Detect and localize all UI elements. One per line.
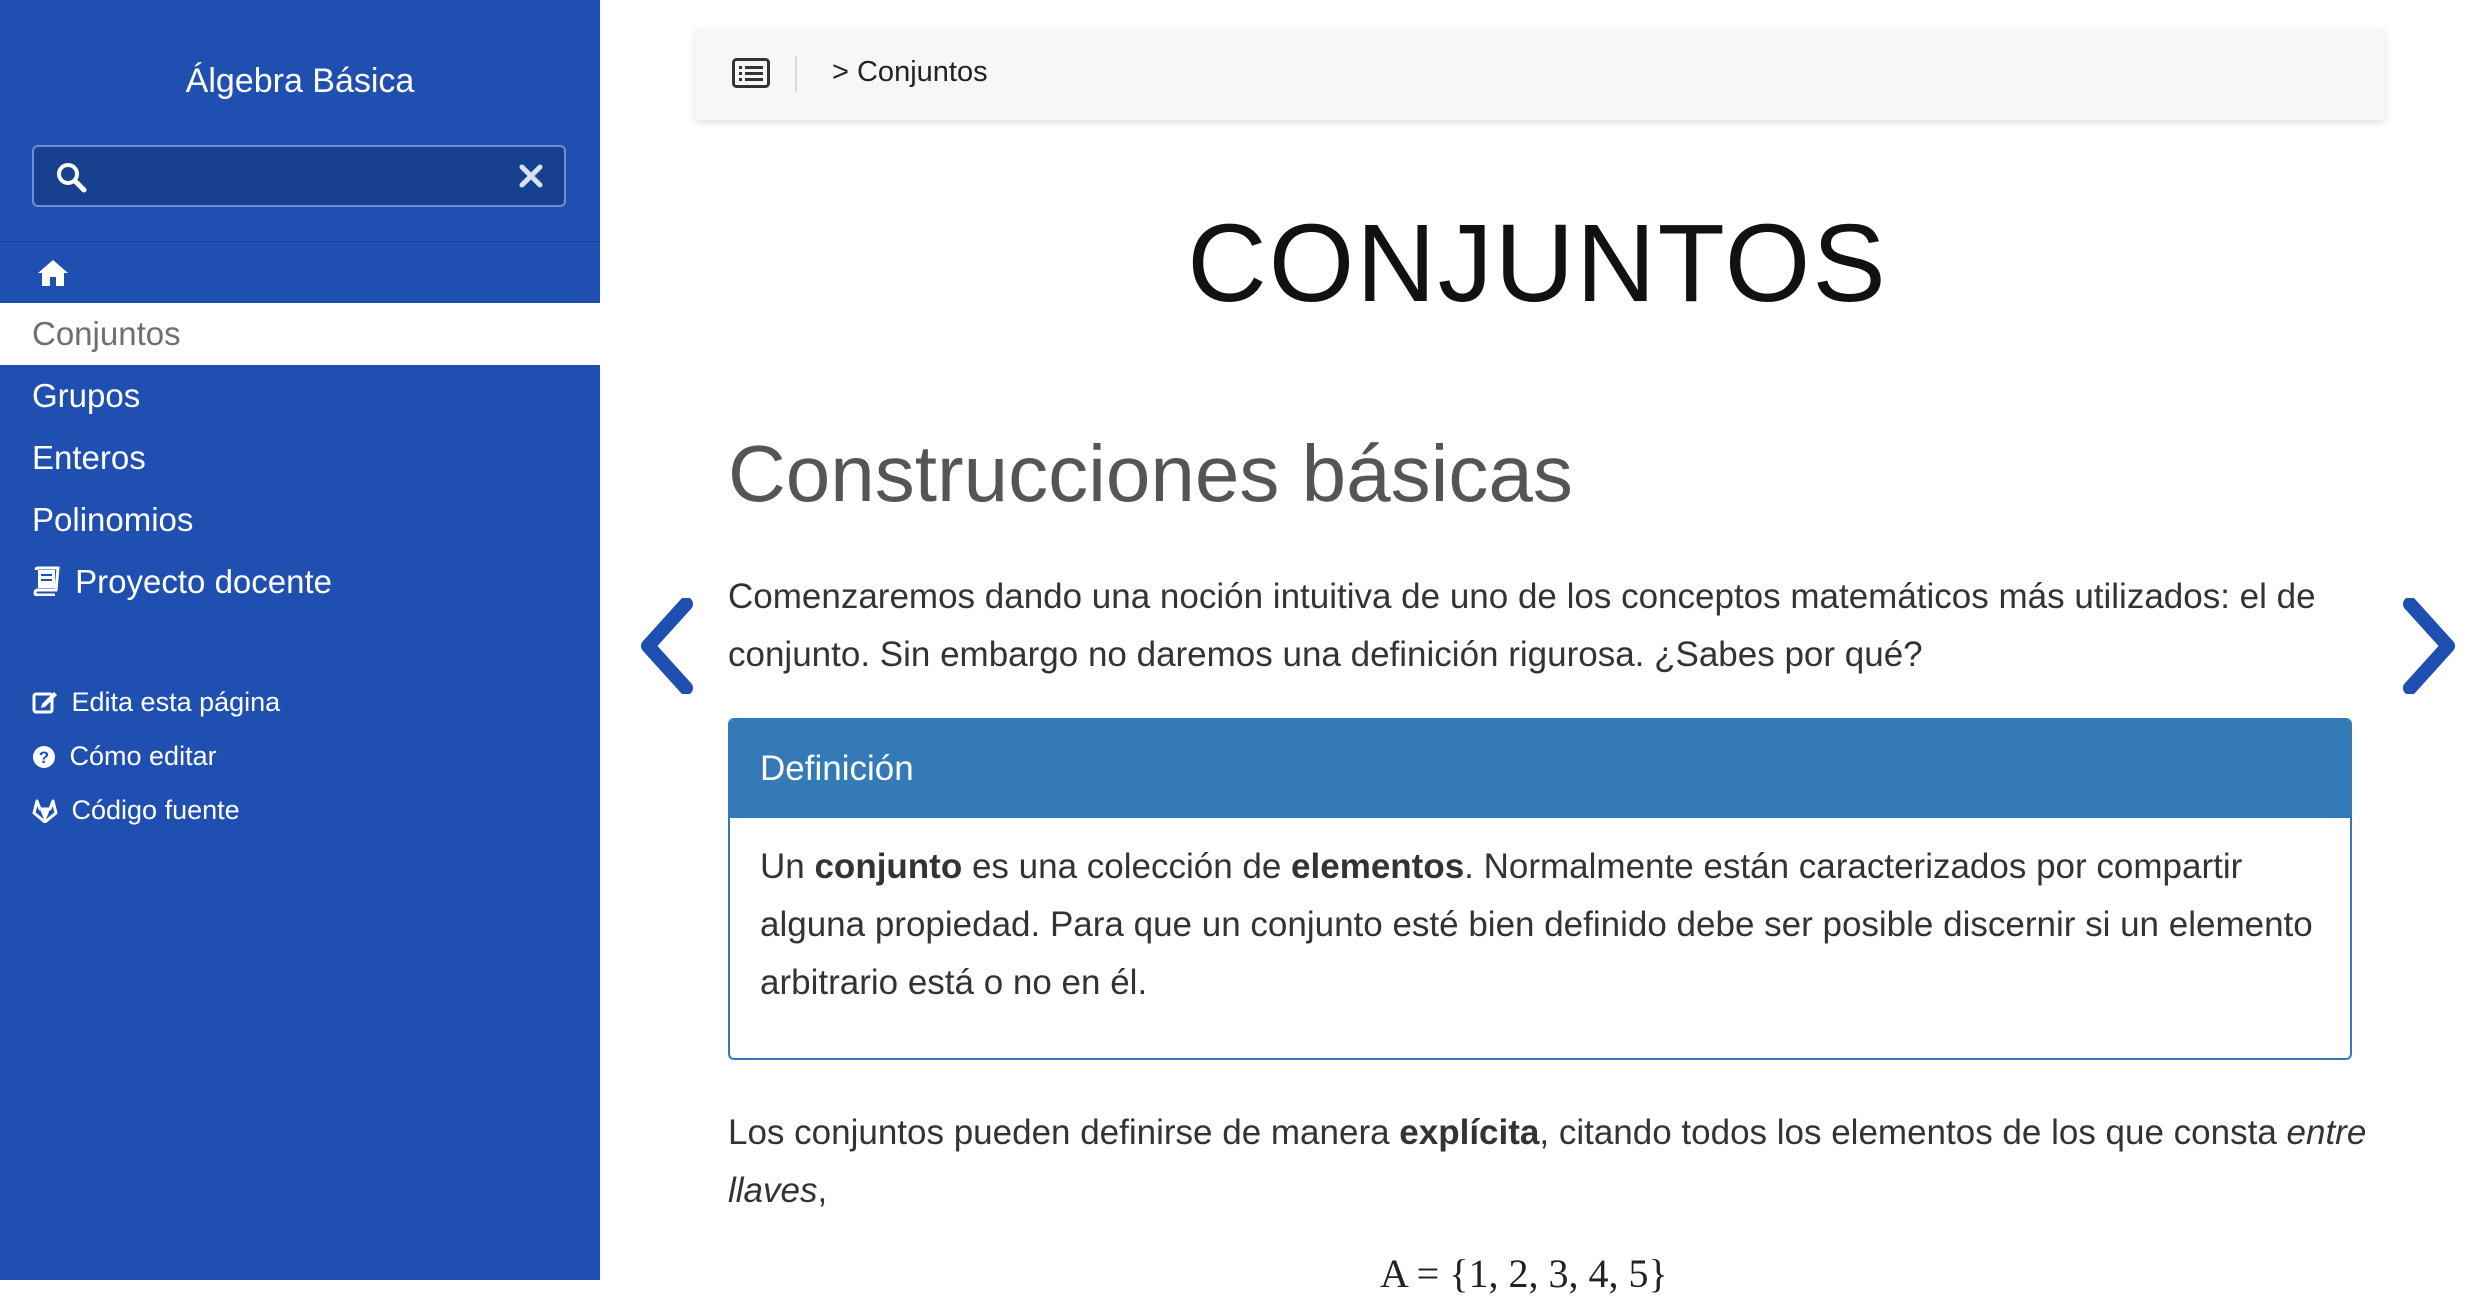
source-code-link[interactable]: Código fuente	[32, 795, 240, 826]
definition-body: Un conjunto es una colección de elemento…	[730, 818, 2350, 1032]
term-elementos: elementos	[1291, 847, 1465, 886]
how-to-edit-link[interactable]: ? Cómo editar	[32, 741, 217, 772]
previous-page-arrow-icon[interactable]	[638, 598, 698, 694]
paragraph-text: Los conjuntos pueden definirse de manera	[728, 1113, 1400, 1152]
sidebar-item-proyecto-docente[interactable]: Proyecto docente	[0, 551, 600, 613]
paragraph-text: , citando todos los elementos de los que…	[1539, 1113, 2287, 1152]
book-icon	[33, 566, 60, 596]
top-bar: > Conjuntos	[695, 28, 2385, 120]
sidebar-item-polinomios[interactable]: Polinomios	[0, 489, 600, 551]
gitlab-icon	[32, 799, 58, 823]
section-heading: Construcciones básicas	[728, 429, 1573, 518]
edit-page-link[interactable]: Edita esta página	[32, 687, 280, 718]
definition-text: es una colección de	[962, 847, 1292, 886]
sidebar-item-grupos[interactable]: Grupos	[0, 365, 600, 427]
table-of-contents-icon[interactable]	[732, 58, 770, 88]
math-formula: A = {1, 2, 3, 4, 5}	[1380, 1251, 1668, 1296]
term-explicita: explícita	[1399, 1113, 1540, 1152]
source-code-label: Código fuente	[71, 795, 240, 825]
definition-header: Definición	[730, 720, 2350, 818]
explicit-paragraph: Los conjuntos pueden definirse de manera…	[728, 1104, 2388, 1220]
sidebar-item-conjuntos[interactable]: Conjuntos	[0, 303, 600, 365]
sidebar-divider	[0, 241, 600, 242]
sidebar-item-label: Conjuntos	[32, 315, 181, 352]
sidebar-item-enteros[interactable]: Enteros	[0, 427, 600, 489]
svg-text:?: ?	[39, 748, 49, 767]
main-content: > Conjuntos CONJUNTOS Construcciones bás…	[600, 0, 2475, 1296]
how-to-edit-label: Cómo editar	[69, 741, 217, 771]
edit-page-label: Edita esta página	[71, 687, 281, 717]
close-icon[interactable]	[516, 161, 546, 191]
topbar-separator	[795, 56, 797, 92]
home-icon[interactable]	[36, 258, 70, 288]
site-title[interactable]: Álgebra Básica	[0, 62, 600, 101]
search-icon	[57, 163, 87, 193]
sidebar-item-label: Enteros	[32, 439, 146, 476]
next-page-arrow-icon[interactable]	[2398, 598, 2458, 694]
term-conjunto: conjunto	[814, 847, 963, 886]
search-input[interactable]	[104, 155, 488, 199]
edit-icon	[32, 692, 57, 714]
sidebar: Álgebra Básica Conjuntos Grupos Enteros …	[0, 0, 600, 1280]
breadcrumb[interactable]: > Conjuntos	[832, 56, 988, 89]
paragraph-text: ,	[817, 1171, 828, 1210]
question-circle-icon: ?	[33, 746, 55, 768]
intro-paragraph: Comenzaremos dando una noción intuitiva …	[728, 577, 2316, 674]
page-title: CONJUNTOS	[1187, 202, 1888, 325]
definition-box: Definición Un conjunto es una colección …	[728, 718, 2352, 1060]
search-box[interactable]	[32, 145, 566, 207]
sidebar-item-label: Polinomios	[32, 501, 194, 538]
sidebar-item-label: Proyecto docente	[75, 563, 333, 600]
sidebar-item-label: Grupos	[32, 377, 141, 414]
definition-text: Un	[760, 847, 815, 886]
